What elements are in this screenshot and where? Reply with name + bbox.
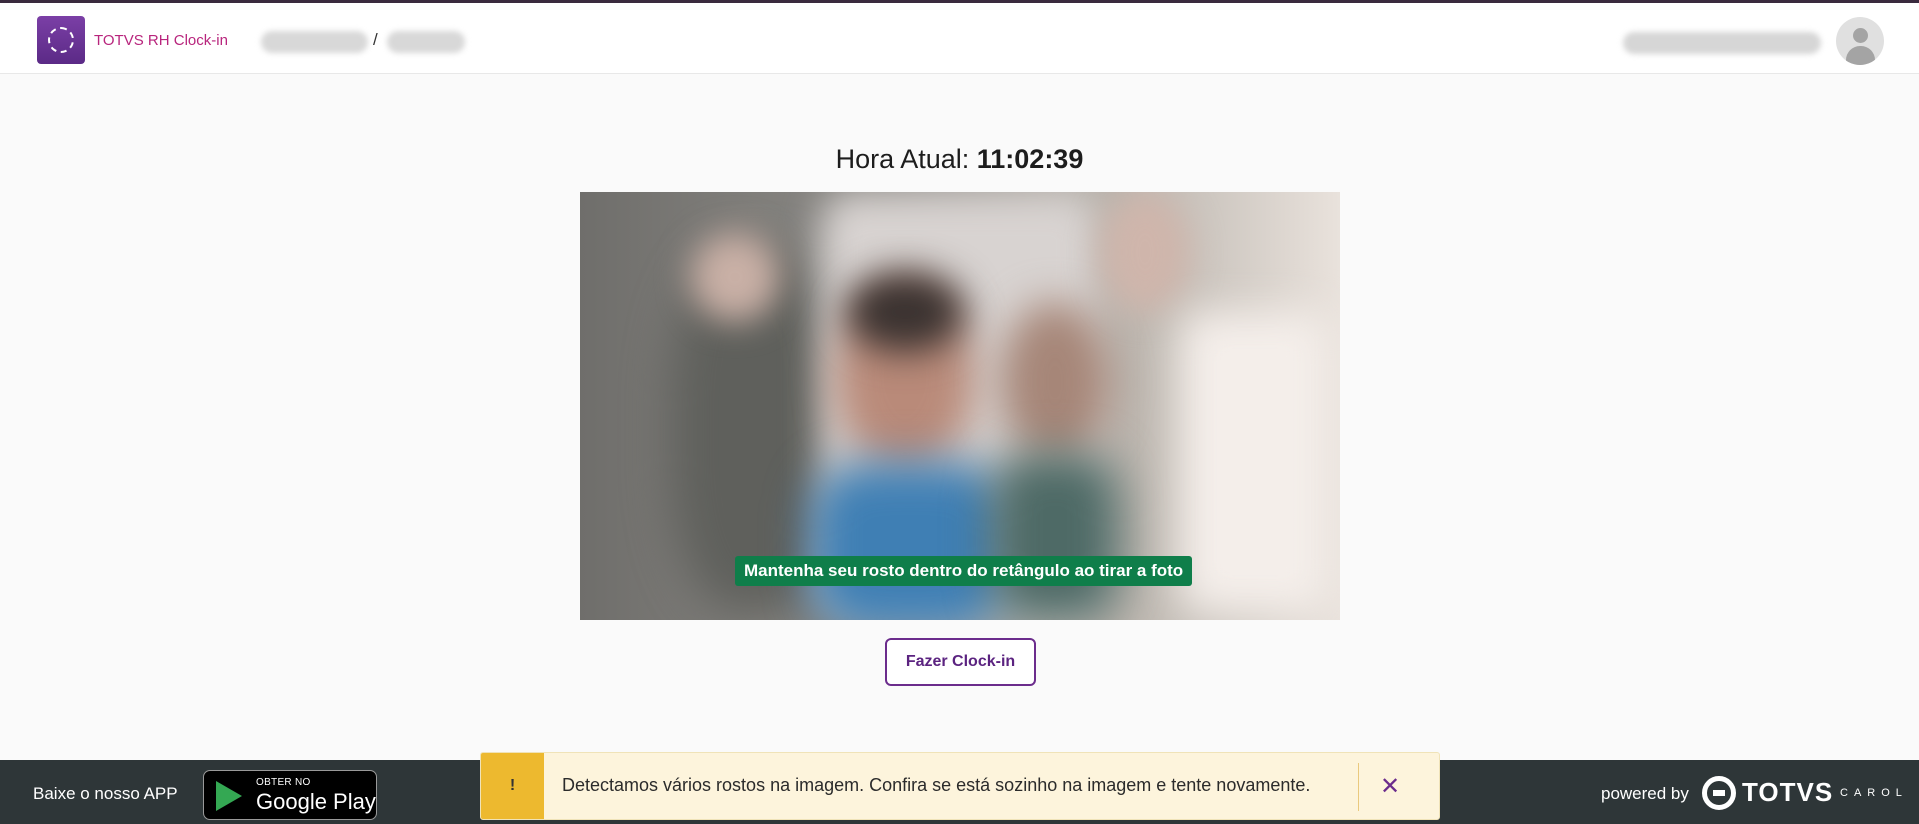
breadcrumb-item-company[interactable] <box>261 31 368 53</box>
warning-icon: ! <box>481 753 544 819</box>
toast-message: Detectamos vários rostos na imagem. Conf… <box>562 775 1311 795</box>
google-play-icon <box>216 781 242 811</box>
clock-time: 11:02:39 <box>976 144 1084 174</box>
toast-divider <box>1358 763 1359 811</box>
powered-by-text: powered by <box>1601 784 1689 803</box>
close-icon[interactable]: ✕ <box>1374 771 1406 803</box>
totvs-brand: TOTVS <box>1742 777 1834 807</box>
breadcrumb-item-branch[interactable] <box>387 31 465 53</box>
google-play-badge[interactable]: OBTER NO Google Play <box>203 770 377 820</box>
store-big-text: Google Play <box>256 789 376 814</box>
store-small-text: OBTER NO <box>256 777 311 788</box>
app-title[interactable]: TOTVS RH Clock-in <box>94 32 228 49</box>
clock-in-logo-icon <box>48 27 74 53</box>
clockin-button[interactable]: Fazer Clock-in <box>885 638 1036 686</box>
clock-label: Hora Atual: <box>835 144 970 174</box>
carol-brand: CAROL <box>1840 787 1908 799</box>
app-logo[interactable] <box>37 16 85 64</box>
user-avatar-icon <box>1853 28 1868 43</box>
camera-hint: Mantenha seu rosto dentro do retângulo a… <box>735 556 1193 586</box>
user-name[interactable] <box>1623 32 1821 54</box>
current-time: Hora Atual: 11:02:39 <box>0 144 1919 175</box>
breadcrumb-separator: / <box>373 30 378 49</box>
avatar[interactable] <box>1836 17 1884 65</box>
download-app-text: Baixe o nosso APP <box>33 784 178 803</box>
warning-toast: ! Detectamos vários rostos na imagem. Co… <box>480 752 1440 820</box>
app-header: TOTVS RH Clock-in / <box>0 3 1919 74</box>
totvs-logo-icon <box>1702 776 1736 810</box>
